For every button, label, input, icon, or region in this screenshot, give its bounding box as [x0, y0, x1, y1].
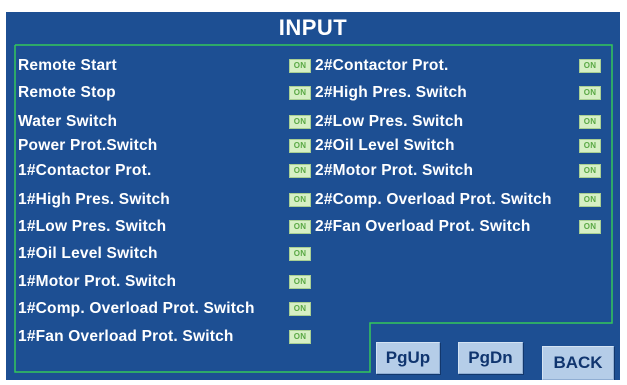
- input-label: 1#Low Pres. Switch: [18, 218, 167, 235]
- input-row-2-comp-overload-prot-switch: 2#Comp. Overload Prot. Switch ON: [312, 189, 620, 211]
- input-label: Remote Start: [18, 57, 117, 74]
- input-label: 2#Comp. Overload Prot. Switch: [315, 191, 552, 208]
- input-row-1-contactor-prot: 1#Contactor Prot. ON: [6, 160, 316, 182]
- input-row-2-oil-level-switch: 2#Oil Level Switch ON: [312, 135, 620, 157]
- input-label: 1#Fan Overload Prot. Switch: [18, 328, 234, 345]
- input-label: 1#High Pres. Switch: [18, 191, 170, 208]
- input-row-1-oil-level-switch: 1#Oil Level Switch ON: [6, 243, 316, 265]
- hmi-screen: INPUT Remote Start ON Remote Stop ON Wat…: [6, 12, 620, 380]
- status-indicator-on: ON: [289, 193, 311, 207]
- input-label: Water Switch: [18, 113, 118, 130]
- status-indicator-on: ON: [579, 164, 601, 178]
- input-label: 2#Low Pres. Switch: [315, 113, 464, 130]
- input-row-1-fan-overload-prot-switch: 1#Fan Overload Prot. Switch ON: [6, 326, 316, 348]
- input-label: 1#Comp. Overload Prot. Switch: [18, 300, 255, 317]
- input-row-1-low-pres-switch: 1#Low Pres. Switch ON: [6, 216, 316, 238]
- input-row-2-high-pres-switch: 2#High Pres. Switch ON: [312, 82, 620, 104]
- input-label: 1#Contactor Prot.: [18, 162, 152, 179]
- input-row-remote-start: Remote Start ON: [6, 55, 316, 77]
- status-indicator-on: ON: [289, 302, 311, 316]
- input-row-1-comp-overload-prot-switch: 1#Comp. Overload Prot. Switch ON: [6, 298, 316, 320]
- status-indicator-on: ON: [289, 86, 311, 100]
- input-label: Power Prot.Switch: [18, 137, 158, 154]
- input-label: 2#Motor Prot. Switch: [315, 162, 474, 179]
- input-row-1-high-pres-switch: 1#High Pres. Switch ON: [6, 189, 316, 211]
- input-label: 1#Motor Prot. Switch: [18, 273, 177, 290]
- input-row-power-prot-switch: Power Prot.Switch ON: [6, 135, 316, 157]
- status-indicator-on: ON: [289, 59, 311, 73]
- status-indicator-on: ON: [579, 220, 601, 234]
- page-down-button[interactable]: PgDn: [458, 342, 523, 374]
- input-label: Remote Stop: [18, 84, 116, 101]
- status-indicator-on: ON: [289, 220, 311, 234]
- back-button[interactable]: BACK: [542, 346, 614, 380]
- status-indicator-on: ON: [289, 247, 311, 261]
- input-row-2-contactor-prot: 2#Contactor Prot. ON: [312, 55, 620, 77]
- status-indicator-on: ON: [579, 115, 601, 129]
- input-row-remote-stop: Remote Stop ON: [6, 82, 316, 104]
- page-title: INPUT: [278, 15, 348, 40]
- input-row-2-motor-prot-switch: 2#Motor Prot. Switch ON: [312, 160, 620, 182]
- status-indicator-on: ON: [579, 59, 601, 73]
- status-indicator-on: ON: [579, 193, 601, 207]
- status-indicator-on: ON: [289, 139, 311, 153]
- page-up-button[interactable]: PgUp: [376, 342, 440, 374]
- input-row-water-switch: Water Switch ON: [6, 111, 316, 133]
- status-indicator-on: ON: [579, 139, 601, 153]
- status-indicator-on: ON: [579, 86, 601, 100]
- status-indicator-on: ON: [289, 330, 311, 344]
- input-label: 2#Oil Level Switch: [315, 137, 455, 154]
- input-label: 2#Fan Overload Prot. Switch: [315, 218, 531, 235]
- input-row-2-fan-overload-prot-switch: 2#Fan Overload Prot. Switch ON: [312, 216, 620, 238]
- status-indicator-on: ON: [289, 275, 311, 289]
- input-row-2-low-pres-switch: 2#Low Pres. Switch ON: [312, 111, 620, 133]
- input-label: 1#Oil Level Switch: [18, 245, 158, 262]
- input-label: 2#High Pres. Switch: [315, 84, 467, 101]
- input-row-1-motor-prot-switch: 1#Motor Prot. Switch ON: [6, 271, 316, 293]
- input-label: 2#Contactor Prot.: [315, 57, 449, 74]
- status-indicator-on: ON: [289, 164, 311, 178]
- status-indicator-on: ON: [289, 115, 311, 129]
